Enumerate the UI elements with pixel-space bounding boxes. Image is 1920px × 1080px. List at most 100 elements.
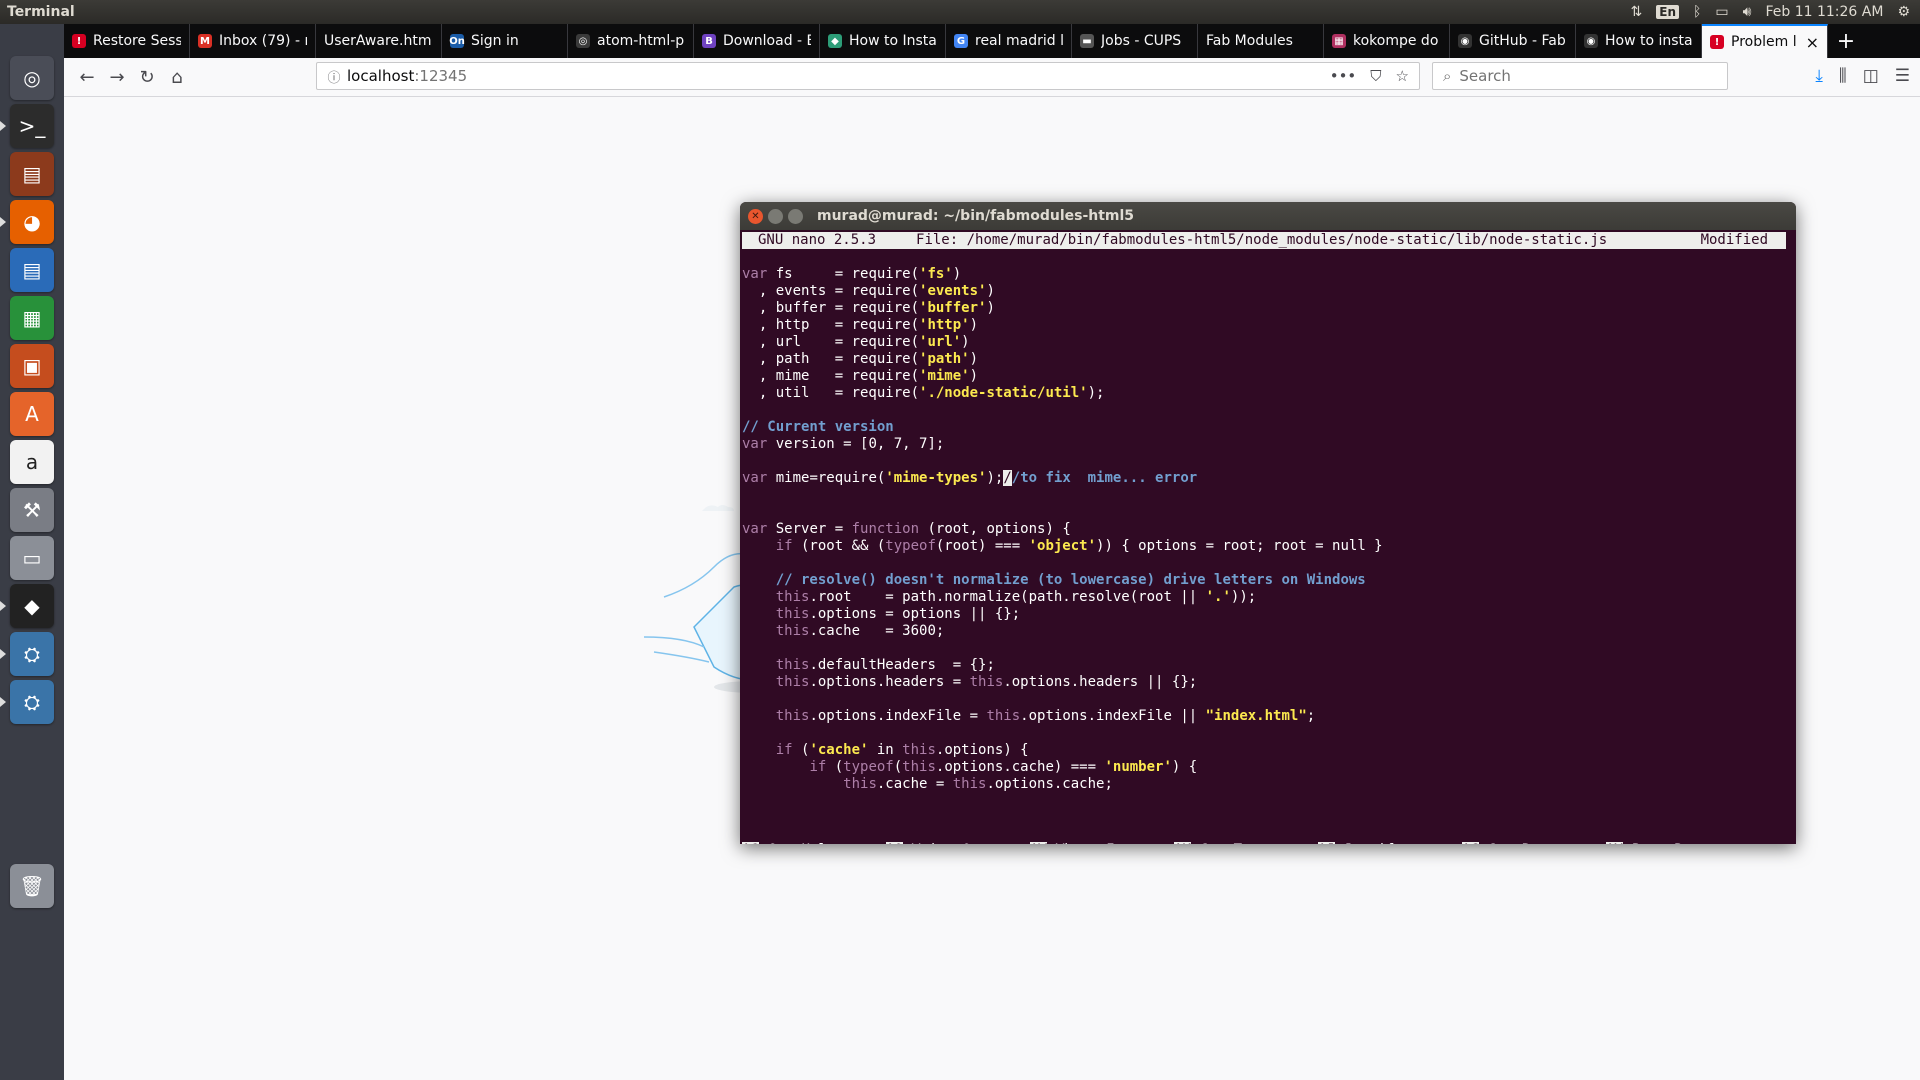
keyboard-layout-indicator[interactable]: En <box>1656 5 1679 19</box>
url-bar[interactable]: ⓘ localhost:12345 ••• ⛉ ☆ <box>316 62 1420 90</box>
code-line[interactable]: this.options.indexFile = this.options.in… <box>742 708 1383 725</box>
browser-tab[interactable]: M Inbox (79) - n <box>190 24 316 58</box>
system-settings-icon[interactable]: ⚒ <box>10 488 54 532</box>
gear-icon[interactable]: ⚙ <box>1897 4 1910 20</box>
code-line[interactable]: , mime = require('mime') <box>742 368 1383 385</box>
trash-icon[interactable]: 🗑︎ <box>10 864 54 908</box>
code-line[interactable] <box>742 453 1383 470</box>
code-token: if <box>809 759 827 775</box>
menu-icon[interactable]: ☰ <box>1895 66 1910 86</box>
code-line[interactable]: var fs = require('fs') <box>742 266 1383 283</box>
amazon-icon[interactable]: a <box>10 440 54 484</box>
code-line[interactable]: , events = require('events') <box>742 283 1383 300</box>
nano-header-bar: GNU nano 2.5.3 File: /home/murad/bin/fab… <box>742 232 1786 249</box>
browser-tab[interactable]: ◉ How to insta <box>1576 24 1702 58</box>
python-icon[interactable]: ⛭ <box>10 632 54 676</box>
code-line[interactable]: , http = require('http') <box>742 317 1383 334</box>
browser-tab[interactable]: On Sign in <box>442 24 568 58</box>
libreoffice-calc-icon[interactable]: ▦ <box>10 296 54 340</box>
code-line[interactable] <box>742 504 1383 521</box>
disk-icon[interactable]: ▭ <box>10 536 54 580</box>
code-token: var <box>742 266 768 282</box>
code-line[interactable]: , util = require('./node-static/util'); <box>742 385 1383 402</box>
code-line[interactable]: , url = require('url') <box>742 334 1383 351</box>
code-line[interactable] <box>742 555 1383 572</box>
files-icon[interactable]: ▤ <box>10 152 54 196</box>
code-line[interactable] <box>742 640 1383 657</box>
browser-tab[interactable]: ▬ Jobs - CUPS <box>1072 24 1198 58</box>
firefox-icon[interactable]: ◕ <box>10 200 54 244</box>
library-icon[interactable]: ⫼ <box>1839 66 1847 86</box>
code-line[interactable]: // Current version <box>742 419 1383 436</box>
code-line[interactable]: var Server = function (root, options) { <box>742 521 1383 538</box>
search-input[interactable]: ⌕ Search <box>1432 62 1728 90</box>
code-line[interactable]: this.root = path.normalize(path.resolve(… <box>742 589 1383 606</box>
pocket-icon[interactable]: ⛉ <box>1370 67 1381 85</box>
maximize-icon[interactable] <box>788 208 803 224</box>
code-line[interactable] <box>742 725 1383 742</box>
shortcut-label: Cur Pos <box>1488 842 1547 844</box>
code-line[interactable]: this.cache = 3600; <box>742 623 1383 640</box>
code-line[interactable] <box>742 402 1383 419</box>
tab-favicon-icon: ▦ <box>1332 34 1346 48</box>
browser-tab[interactable]: ◉ GitHub - Fab <box>1450 24 1576 58</box>
code-line[interactable]: , path = require('path') <box>742 351 1383 368</box>
code-line[interactable]: if (root && (typeof(root) === 'object'))… <box>742 538 1383 555</box>
browser-tab[interactable]: B Download - E <box>694 24 820 58</box>
code-token: typeof <box>843 759 894 775</box>
browser-tab[interactable]: Fab Modules <box>1198 24 1324 58</box>
software-center-icon[interactable]: A <box>10 392 54 436</box>
code-line[interactable]: , buffer = require('buffer') <box>742 300 1383 317</box>
clock[interactable]: Feb 11 11:26 AM <box>1765 4 1883 20</box>
browser-tab[interactable]: ! Restore Sess <box>64 24 190 58</box>
code-line[interactable]: if ('cache' in this.options) { <box>742 742 1383 759</box>
terminal-titlebar[interactable]: ✕ murad@murad: ~/bin/fabmodules-html5 <box>740 202 1796 230</box>
browser-tab[interactable]: ◆ How to Insta <box>820 24 946 58</box>
tab-close-icon[interactable]: × <box>1800 33 1819 52</box>
forward-arrow-icon[interactable]: → <box>102 63 132 91</box>
code-line[interactable]: if (typeof(this.options.cache) === 'numb… <box>742 759 1383 776</box>
code-line[interactable]: this.options = options || {}; <box>742 606 1383 623</box>
ubuntu-dash-icon[interactable]: ◎ <box>10 56 54 100</box>
tab-label: How to Insta <box>849 33 937 49</box>
back-arrow-icon[interactable]: ← <box>72 63 102 91</box>
code-line[interactable]: this.cache = this.options.cache; <box>742 776 1383 793</box>
new-tab-button[interactable]: + <box>1828 24 1864 58</box>
browser-tab[interactable]: Greal madrid l <box>946 24 1072 58</box>
browser-tab[interactable]: ◎ atom-html-p <box>568 24 694 58</box>
close-icon[interactable]: ✕ <box>748 208 763 224</box>
libreoffice-impress-icon[interactable]: ▣ <box>10 344 54 388</box>
tab-favicon-icon: ▬ <box>1080 34 1094 48</box>
browser-tab[interactable]: ▦ kokompe do <box>1324 24 1450 58</box>
code-line[interactable]: var version = [0, 7, 7]; <box>742 436 1383 453</box>
inkscape-icon[interactable]: ◆ <box>10 584 54 628</box>
code-line[interactable]: this.options.headers = this.options.head… <box>742 674 1383 691</box>
site-info-icon[interactable]: ⓘ <box>321 67 347 86</box>
home-icon[interactable]: ⌂ <box>162 63 192 91</box>
terminal-icon[interactable]: >_ <box>10 104 54 148</box>
code-line[interactable] <box>742 487 1383 504</box>
terminal-window[interactable]: ✕ murad@murad: ~/bin/fabmodules-html5 GN… <box>740 202 1796 844</box>
bookmark-star-icon[interactable]: ☆ <box>1396 67 1409 85</box>
code-line[interactable] <box>742 691 1383 708</box>
page-actions-icon[interactable]: ••• <box>1330 67 1357 85</box>
code-line[interactable]: // resolve() doesn't normalize (to lower… <box>742 572 1383 589</box>
reload-icon[interactable]: ↻ <box>132 63 162 91</box>
browser-tab[interactable]: UserAware.htm <box>316 24 442 58</box>
network-transfer-icon[interactable]: ⇅ <box>1631 4 1643 20</box>
code-token: , util = require( <box>742 385 920 401</box>
code-line[interactable]: this.defaultHeaders = {}; <box>742 657 1383 674</box>
download-icon[interactable]: ⤓ <box>1815 66 1823 86</box>
code-token: .cache = <box>876 776 953 792</box>
nano-editor[interactable]: GNU nano 2.5.3 File: /home/murad/bin/fab… <box>740 230 1796 844</box>
code-line[interactable]: var mime=require('mime-types');//to fix … <box>742 470 1383 487</box>
bluetooth-icon[interactable]: ᛒ <box>1693 4 1701 20</box>
battery-icon[interactable]: ▭ <box>1715 4 1728 20</box>
code-area[interactable]: var fs = require('fs') , events = requir… <box>742 266 1383 793</box>
libreoffice-writer-icon[interactable]: ▤ <box>10 248 54 292</box>
python-icon-2[interactable]: ⛭ <box>10 680 54 724</box>
sidebar-icon[interactable]: ◫ <box>1863 66 1879 86</box>
minimize-icon[interactable] <box>768 208 783 224</box>
browser-tab[interactable]: ! Problem l × <box>1702 24 1828 58</box>
volume-icon[interactable]: 🔊︎ <box>1743 4 1752 20</box>
